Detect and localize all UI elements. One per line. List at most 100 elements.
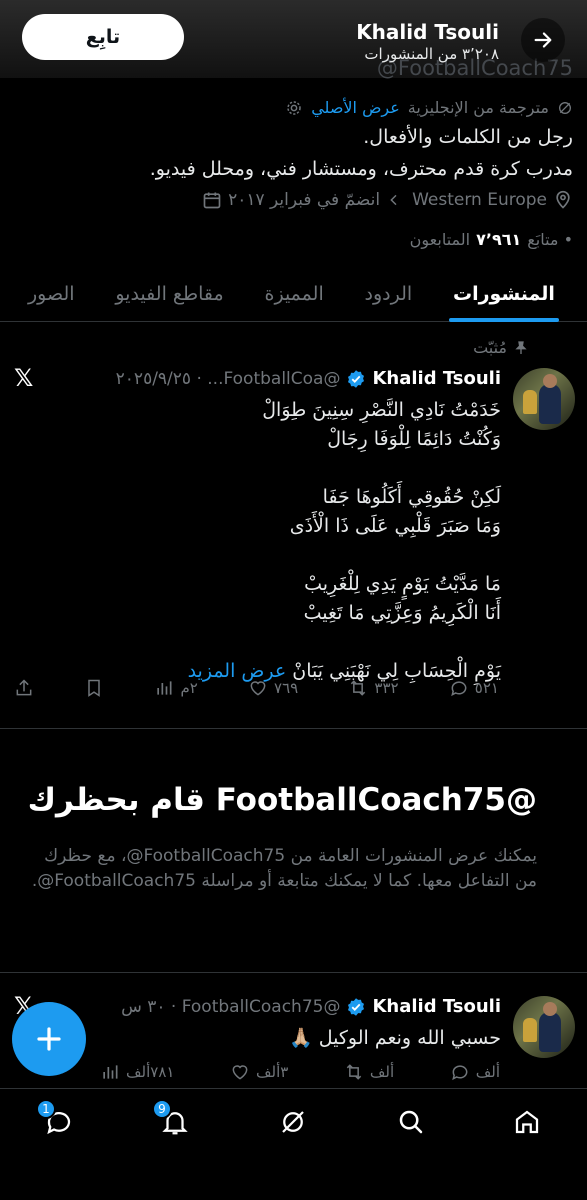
reply-count: ألف bbox=[475, 1063, 500, 1081]
tweet-header: Khalid Tsouli @FootballCoa... · ٢٠٢٥/٩/٢… bbox=[116, 368, 501, 389]
author-name[interactable]: Khalid Tsouli bbox=[372, 996, 501, 1017]
views-button[interactable]: ٧٨١ألف bbox=[100, 1062, 174, 1082]
handle-date: @FootballCoa... · ٢٠٢٥/٩/٢٥ bbox=[115, 368, 341, 389]
poem-line: لَكِنْ حُقُوقِي أَكَلُوهَا جَفَا bbox=[322, 486, 501, 508]
avatar[interactable] bbox=[513, 996, 575, 1058]
like-button[interactable]: ٧٦٩ bbox=[248, 678, 298, 698]
joined-date[interactable]: انضمّ في فبراير ٢٠١٧ bbox=[202, 190, 402, 210]
repost-icon bbox=[346, 1064, 362, 1080]
blocked-title: @FootballCoach75 قام بحظرك bbox=[27, 782, 537, 818]
repost-count: ٣٣٢ bbox=[374, 679, 399, 697]
follow-stats[interactable]: • متابَع ٧٬٩٦١ المتابعون bbox=[410, 230, 573, 249]
nav-messages[interactable]: 1 bbox=[36, 1099, 76, 1139]
reply-icon bbox=[451, 681, 467, 697]
following-label: • متابَع bbox=[527, 230, 573, 249]
bio-line-2: مدرب كرة قدم محترف، ومستشار فني، ومحلل ف… bbox=[149, 158, 573, 180]
back-button[interactable] bbox=[521, 18, 565, 62]
header-name: Khalid Tsouli bbox=[356, 20, 499, 44]
divider bbox=[0, 972, 587, 973]
views-count: ٧٨١ألف bbox=[126, 1063, 175, 1081]
share-icon bbox=[16, 679, 32, 696]
profile-meta: Western Europe انضمّ في فبراير ٢٠١٧ bbox=[202, 190, 573, 210]
reply-count: ٥٢١ bbox=[474, 679, 499, 697]
views-count: ٢م bbox=[180, 679, 198, 697]
location: Western Europe bbox=[412, 190, 573, 210]
header-posts-count: ٣٬٢٠٨ من المنشورات bbox=[364, 45, 499, 63]
pinned-label: مُثبّت bbox=[473, 338, 507, 357]
grok-icon bbox=[282, 1111, 304, 1133]
heart-icon bbox=[232, 1065, 248, 1080]
repost-button[interactable]: ٣٣٢ bbox=[348, 678, 399, 698]
profile-tabs: المنشورات الردود المميزة مقاطع الفيديو ا… bbox=[0, 268, 587, 322]
tweet-actions: ٥٢١ ٣٣٢ ٧٦٩ ٢م bbox=[14, 678, 499, 698]
repost-button[interactable]: ألف bbox=[344, 1062, 394, 1082]
repost-icon bbox=[351, 680, 366, 696]
views-chart-icon bbox=[103, 1065, 118, 1079]
poem-line: خَدَمْتُ نَادِي النَّصْرِ سِنِينَ طِوَال… bbox=[262, 399, 501, 421]
followers-count: ٧٬٩٦١ bbox=[476, 230, 522, 249]
plus-icon bbox=[37, 1027, 61, 1051]
notifications-badge: 9 bbox=[152, 1099, 172, 1119]
bookmark-icon bbox=[88, 679, 100, 697]
tab-videos[interactable]: مقاطع الفيديو bbox=[115, 268, 223, 320]
gear-icon[interactable] bbox=[285, 99, 303, 117]
tab-posts[interactable]: المنشورات bbox=[449, 268, 559, 322]
joined-text: انضمّ في فبراير ٢٠١٧ bbox=[228, 190, 381, 210]
show-original-link[interactable]: عرض الأصلي bbox=[311, 98, 400, 117]
author-name[interactable]: Khalid Tsouli bbox=[372, 368, 501, 389]
messages-badge: 1 bbox=[36, 1099, 56, 1119]
pinned-indicator: مُثبّت bbox=[473, 338, 529, 357]
nav-notifications[interactable]: 9 bbox=[152, 1099, 192, 1139]
translation-row: مترجمة من الإنجليزية عرض الأصلي bbox=[285, 98, 573, 117]
like-count: ٧٦٩ bbox=[274, 679, 299, 697]
poem-line: مَا مَدَّيْتُ يَوْمٍ يَدِي لِلْغَرِيبْ bbox=[304, 573, 501, 595]
tweet-actions: ألف ألف ٣ألف ٧٨١ألف bbox=[100, 1062, 500, 1082]
avatar[interactable] bbox=[513, 368, 575, 430]
nav-search[interactable] bbox=[394, 1105, 428, 1139]
translated-label: مترجمة من الإنجليزية bbox=[407, 98, 549, 117]
follow-button[interactable]: تابِع bbox=[22, 14, 184, 60]
x-logo-icon[interactable]: 𝕏 bbox=[14, 364, 33, 392]
calendar-icon bbox=[203, 192, 221, 209]
share-button[interactable] bbox=[14, 678, 34, 698]
header-title: Khalid Tsouli ٣٬٢٠٨ من المنشورات bbox=[356, 20, 499, 63]
bookmark-button[interactable] bbox=[84, 678, 104, 698]
chevron-left-icon bbox=[390, 194, 397, 206]
tab-highlights[interactable]: المميزة bbox=[265, 268, 324, 320]
search-icon bbox=[399, 1110, 423, 1134]
blocked-body: يمكنك عرض المنشورات العامة من ‎@Football… bbox=[31, 846, 537, 891]
pin-icon bbox=[515, 340, 527, 354]
poem-line: وَكُنْتُ دَائِمًا لِلْوَفَا رِجَالْ bbox=[327, 428, 501, 450]
verified-badge-icon bbox=[348, 997, 365, 1016]
profile-header: @FootballCoach75 تابِع Khalid Tsouli ٣٬٢… bbox=[0, 0, 587, 80]
bottom-nav: 1 9 bbox=[0, 1088, 587, 1200]
location-text: Western Europe bbox=[412, 190, 547, 210]
bio-line-1: رجل من الكلمات والأفعال. bbox=[363, 126, 573, 148]
tweet-text: خَدَمْتُ نَادِي النَّصْرِ سِنِينَ طِوَال… bbox=[188, 396, 501, 686]
tab-photos[interactable]: الصور bbox=[28, 268, 75, 320]
location-pin-icon bbox=[556, 190, 570, 209]
reply-button[interactable]: ٥٢١ bbox=[449, 678, 499, 698]
reply-icon bbox=[451, 1065, 468, 1081]
compose-button[interactable] bbox=[12, 1002, 86, 1076]
like-count: ٣ألف bbox=[256, 1063, 289, 1081]
views-button[interactable]: ٢م bbox=[154, 678, 198, 698]
verified-badge-icon bbox=[348, 369, 365, 388]
divider bbox=[0, 728, 587, 729]
followers-label: المتابعون bbox=[409, 230, 471, 249]
arrow-right-icon bbox=[534, 32, 552, 48]
poem-line: أَنَا الْكَرِيمُ وَعِزَّتِي مَا تَغِيبْ bbox=[303, 602, 501, 624]
heart-icon bbox=[250, 681, 266, 696]
tweet-header: Khalid Tsouli @FootballCoach75 · ٣٠ س bbox=[121, 996, 501, 1017]
poem-line: وَمَا صَبَرَ قَلْبِي عَلَى ذَا الْأَذَى bbox=[289, 515, 501, 537]
views-chart-icon bbox=[157, 681, 172, 695]
tweet-text: حسبي الله ونعم الوكيل 🙏🏼 bbox=[289, 1027, 501, 1049]
translate-icon bbox=[559, 101, 571, 114]
tab-replies[interactable]: الردود bbox=[365, 268, 413, 320]
reply-button[interactable]: ألف bbox=[450, 1062, 500, 1082]
nav-grok[interactable] bbox=[276, 1105, 310, 1139]
like-button[interactable]: ٣ألف bbox=[230, 1062, 288, 1082]
home-icon bbox=[515, 1110, 539, 1134]
repost-count: ألف bbox=[369, 1063, 395, 1081]
nav-home[interactable] bbox=[510, 1105, 544, 1139]
